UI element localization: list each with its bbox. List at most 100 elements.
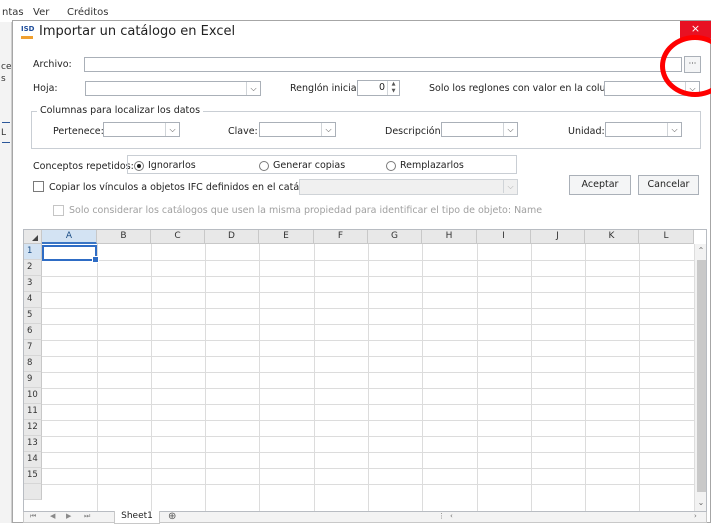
grid-line bbox=[422, 244, 423, 511]
unidad-select[interactable]: ⌵ bbox=[605, 122, 682, 137]
scroll-left-icon[interactable]: ‹ bbox=[450, 512, 453, 520]
scroll-right-icon[interactable]: › bbox=[694, 512, 697, 520]
last-sheet-icon[interactable]: ⏭ bbox=[84, 512, 90, 521]
grid-line bbox=[314, 244, 315, 511]
row-header-16[interactable] bbox=[24, 484, 42, 500]
grid-line bbox=[585, 244, 586, 511]
menu-item-creditos[interactable]: Créditos bbox=[67, 7, 108, 18]
row-header-12[interactable]: 12 bbox=[24, 420, 42, 436]
grid-line bbox=[42, 276, 702, 277]
hscroll-split-icon[interactable]: ⋮ bbox=[438, 512, 445, 520]
spreadsheet-grid[interactable]: A B C D E F G H I J K L 1 2 3 4 5 6 7 8 … bbox=[23, 229, 707, 512]
column-header-a[interactable]: A bbox=[42, 230, 97, 244]
column-header-l[interactable]: L bbox=[639, 230, 694, 244]
import-catalog-dialog: ISD Importar un catálogo en Excel × Arch… bbox=[12, 20, 711, 524]
pertenece-select[interactable]: ⌵ bbox=[103, 122, 180, 137]
scroll-down-icon[interactable]: ⌄ bbox=[695, 498, 706, 507]
prev-sheet-icon[interactable]: ◀ bbox=[50, 512, 55, 520]
side-divider bbox=[2, 122, 10, 123]
generar-copias-label[interactable]: Generar copias bbox=[273, 160, 345, 171]
grid-line bbox=[42, 420, 702, 421]
row-header-9[interactable]: 9 bbox=[24, 372, 42, 388]
vertical-scrollbar[interactable]: ⌃ ⌄ bbox=[694, 244, 706, 511]
spinner-arrows-icon[interactable]: ▲ ▼ bbox=[387, 81, 399, 95]
chevron-down-icon: ⌵ bbox=[165, 123, 179, 136]
row-header-13[interactable]: 13 bbox=[24, 436, 42, 452]
clave-select[interactable]: ⌵ bbox=[259, 122, 336, 137]
renglon-inicial-value: 0 bbox=[378, 82, 385, 93]
column-header-k[interactable]: K bbox=[585, 230, 639, 244]
title-bar[interactable]: ISD Importar un catálogo en Excel × bbox=[13, 21, 711, 45]
column-header-i[interactable]: I bbox=[477, 230, 531, 244]
row-header-5[interactable]: 5 bbox=[24, 308, 42, 324]
row-header-8[interactable]: 8 bbox=[24, 356, 42, 372]
only-consider-label: Solo considerar los catálogos que usen l… bbox=[69, 205, 543, 216]
select-all-corner[interactable] bbox=[24, 230, 42, 244]
window-title: Importar un catálogo en Excel bbox=[39, 24, 236, 39]
pertenece-label: Pertenece: bbox=[53, 126, 104, 137]
column-header-g[interactable]: G bbox=[368, 230, 422, 244]
solo-reglones-label: Solo los reglones con valor en la column… bbox=[429, 83, 630, 94]
radio-generar-copias[interactable] bbox=[259, 161, 269, 171]
sheet-tab-sheet1[interactable]: Sheet1 bbox=[114, 511, 160, 524]
column-header-d[interactable]: D bbox=[205, 230, 259, 244]
grid-line bbox=[42, 484, 702, 485]
grid-line bbox=[151, 244, 152, 511]
column-header-j[interactable]: J bbox=[531, 230, 585, 244]
grid-line bbox=[42, 468, 702, 469]
side-label-ce: ce bbox=[1, 62, 12, 72]
copy-links-checkbox[interactable] bbox=[33, 181, 44, 192]
conceptos-repetidos-label: Conceptos repetidos: bbox=[33, 161, 134, 172]
columns-group-title: Columnas para localizar los datos bbox=[37, 105, 204, 116]
grid-line bbox=[42, 372, 702, 373]
app-logo-icon: ISD bbox=[21, 25, 37, 39]
row-header-11[interactable]: 11 bbox=[24, 404, 42, 420]
menu-item-ver[interactable]: Ver bbox=[33, 7, 49, 18]
column-header-h[interactable]: H bbox=[422, 230, 477, 244]
active-cell-a1[interactable] bbox=[42, 245, 99, 263]
row-header-4[interactable]: 4 bbox=[24, 292, 42, 308]
column-header-e[interactable]: E bbox=[259, 230, 314, 244]
row-header-14[interactable]: 14 bbox=[24, 452, 42, 468]
ignorarlos-label[interactable]: Ignorarlos bbox=[148, 160, 196, 171]
radio-remplazarlos[interactable] bbox=[386, 161, 396, 171]
archivo-input[interactable] bbox=[84, 57, 682, 72]
first-sheet-icon[interactable]: ⏮ bbox=[30, 512, 36, 521]
copy-links-label[interactable]: Copiar los vínculos a objetos IFC defini… bbox=[49, 182, 323, 193]
column-header-f[interactable]: F bbox=[314, 230, 368, 244]
background-side-panel: ce s L bbox=[0, 22, 12, 523]
radio-ignorarlos[interactable] bbox=[134, 161, 144, 171]
remplazarlos-label[interactable]: Remplazarlos bbox=[400, 160, 464, 171]
hoja-label: Hoja: bbox=[33, 83, 58, 94]
grid-line bbox=[639, 244, 640, 511]
sheet-tab-bar: ⏮ ◀ ▶ ⏭ Sheet1 ⊕ ⋮ ‹ › bbox=[23, 511, 707, 524]
renglon-inicial-stepper[interactable]: 0 ▲ ▼ bbox=[357, 80, 400, 96]
row-header-3[interactable]: 3 bbox=[24, 276, 42, 292]
hoja-select[interactable]: ⌵ bbox=[85, 81, 261, 96]
descripcion-select[interactable]: ⌵ bbox=[441, 122, 518, 137]
row-header-10[interactable]: 10 bbox=[24, 388, 42, 404]
row-header-15[interactable]: 15 bbox=[24, 468, 42, 484]
menu-item-ntas[interactable]: ntas bbox=[2, 7, 24, 18]
row-header-2[interactable]: 2 bbox=[24, 260, 42, 276]
grid-line bbox=[531, 244, 532, 511]
grid-line bbox=[42, 404, 702, 405]
scroll-up-icon[interactable]: ⌃ bbox=[695, 246, 706, 255]
cancel-button[interactable]: Cancelar bbox=[638, 175, 699, 195]
chevron-down-icon: ⌵ bbox=[321, 123, 335, 136]
grid-line bbox=[259, 244, 260, 511]
only-consider-checkbox[interactable] bbox=[53, 205, 64, 216]
grid-line bbox=[42, 308, 702, 309]
add-sheet-icon[interactable]: ⊕ bbox=[168, 511, 176, 522]
scrollbar-thumb[interactable] bbox=[697, 260, 706, 492]
row-header-1[interactable]: 1 bbox=[24, 244, 42, 260]
chevron-down-icon: ⌵ bbox=[667, 123, 681, 136]
column-header-b[interactable]: B bbox=[97, 230, 151, 244]
column-header-c[interactable]: C bbox=[151, 230, 205, 244]
chevron-down-icon: ⌵ bbox=[246, 82, 260, 95]
row-header-7[interactable]: 7 bbox=[24, 340, 42, 356]
next-sheet-icon[interactable]: ▶ bbox=[66, 512, 71, 520]
unidad-label: Unidad: bbox=[568, 126, 605, 137]
accept-button[interactable]: Aceptar bbox=[569, 175, 631, 195]
row-header-6[interactable]: 6 bbox=[24, 324, 42, 340]
